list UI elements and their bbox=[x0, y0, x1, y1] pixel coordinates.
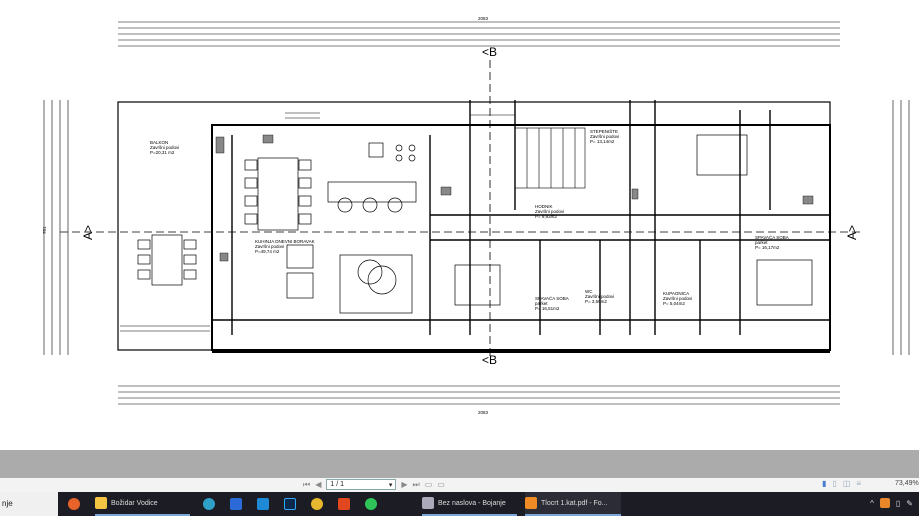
section-mark-b-bottom: <B bbox=[482, 353, 497, 367]
section-mark-a-right: A> bbox=[845, 225, 859, 240]
foxit-icon bbox=[525, 497, 537, 509]
two-page-view-icon[interactable]: ◫ bbox=[843, 479, 851, 488]
dim-side-total: 781 bbox=[42, 226, 47, 234]
taskbar-pdf[interactable]: Tlocrt 1.kat.pdf - Fo... bbox=[525, 492, 621, 516]
dim-bottom-total: 2083 bbox=[478, 410, 489, 415]
room-label-bathroom: KUPAONICAZavršni podoviP= 5,04m2 bbox=[663, 291, 692, 306]
furniture bbox=[137, 134, 813, 314]
svg-text:P= 5,04m2: P= 5,04m2 bbox=[663, 301, 685, 306]
continuous-view-icon[interactable]: ▯ bbox=[832, 479, 836, 488]
viewer-background bbox=[0, 450, 919, 478]
chevron-up-icon[interactable]: ^ bbox=[870, 499, 874, 508]
last-page-button[interactable]: ⏭ bbox=[413, 480, 420, 490]
svg-text:P=49,74 m2: P=49,74 m2 bbox=[255, 249, 280, 254]
folder-icon bbox=[95, 497, 107, 509]
paint-icon bbox=[422, 497, 434, 509]
room-label-hall: HODNIKZavršni podoviP= 9,93m2 bbox=[535, 204, 564, 219]
taskbar-folder[interactable]: Božidar Vodice bbox=[95, 492, 190, 516]
svg-text:P= 16,17m2: P= 16,17m2 bbox=[755, 245, 780, 250]
page-number-field[interactable]: 1 / 1 ▾ bbox=[326, 479, 397, 490]
svg-text:P= 16,51m2: P= 16,51m2 bbox=[535, 306, 560, 311]
svg-text:P= 3,59m2: P= 3,59m2 bbox=[585, 299, 607, 304]
taskbar-folder-label: Božidar Vodice bbox=[111, 499, 158, 507]
room-label-living: KUHINJA DNEVNI BORAVAKZavršni podoviP=49… bbox=[255, 239, 315, 254]
room-label-bedroom-1: SPAVAĆA SOBAparketP= 16,17m2 bbox=[755, 234, 789, 250]
dim-top-total: 2083 bbox=[478, 16, 489, 21]
pen-icon[interactable]: ✎ bbox=[906, 499, 913, 508]
prev-page-button[interactable]: ◀ bbox=[315, 480, 321, 489]
svg-text:P= 9,93m2: P= 9,93m2 bbox=[535, 214, 557, 219]
office-icon[interactable] bbox=[338, 498, 350, 510]
taskbar-pdf-label: Tlocrt 1.kat.pdf - Fo... bbox=[541, 499, 608, 507]
edge-icon[interactable] bbox=[203, 498, 215, 510]
section-mark-a-left: A> bbox=[81, 225, 95, 240]
room-label-bedroom-2: SPAVAĆA SOBAparketP= 16,51m2 bbox=[535, 295, 569, 311]
taskbar-paint-label: Bez naslova - Bojanje bbox=[438, 499, 506, 507]
room-label-balkon: BALKONZavršni podoviP=20,31 m2 bbox=[150, 140, 179, 155]
pdf-viewer-statusbar: ⏮ ◀ 1 / 1 ▾ ▶ ⏭ ▭ ▭ ▮ ▯ ◫ ≡ 73,49% bbox=[0, 478, 919, 492]
fit-page-icon[interactable]: ▭ bbox=[425, 480, 433, 489]
chrome-icon[interactable] bbox=[311, 498, 323, 510]
system-tray: ^ ▯ ✎ bbox=[870, 498, 913, 508]
outlook-icon[interactable] bbox=[257, 498, 269, 510]
side-dimension-lines bbox=[43, 100, 910, 355]
room-label-stairs: STEPENIŠTEZavršni podoviP= 13,14m2 bbox=[590, 128, 619, 144]
two-continuous-view-icon[interactable]: ≡ bbox=[856, 479, 861, 488]
taskbar-paint[interactable]: Bez naslova - Bojanje bbox=[422, 492, 517, 516]
tray-app-icon[interactable] bbox=[879, 498, 890, 508]
whatsapp-icon[interactable] bbox=[365, 498, 377, 510]
battery-icon[interactable]: ▯ bbox=[896, 499, 900, 508]
word-icon[interactable] bbox=[230, 498, 242, 510]
floor-plan-drawing: <B <B A> A> BALKONZavršni podoviP=20,31 … bbox=[42, 16, 910, 415]
top-dimension-lines bbox=[118, 21, 840, 47]
section-mark-b-top: <B bbox=[482, 45, 497, 59]
first-page-button[interactable]: ⏮ bbox=[303, 480, 310, 490]
chevron-down-icon: ▾ bbox=[388, 481, 393, 489]
bottom-dimension-lines bbox=[118, 385, 840, 405]
fit-width-icon[interactable]: ▭ bbox=[437, 480, 445, 489]
svg-text:P=20,31 m2: P=20,31 m2 bbox=[150, 150, 175, 155]
pdf-document-area: <B <B A> A> BALKON Završni podovi P=20,31 … bbox=[0, 0, 919, 450]
taskbar: nje Božidar Vodice Bez naslova - Bojanje… bbox=[0, 492, 919, 516]
firefox-icon[interactable] bbox=[68, 498, 80, 510]
page-number-value: 1 / 1 bbox=[330, 481, 344, 488]
single-page-view-icon[interactable]: ▮ bbox=[822, 479, 826, 488]
svg-text:P= 13,14m2: P= 13,14m2 bbox=[590, 139, 615, 144]
zoom-level[interactable]: 73,49% bbox=[895, 480, 919, 487]
photoshop-icon[interactable] bbox=[284, 498, 296, 510]
next-page-button[interactable]: ▶ bbox=[401, 480, 407, 489]
previous-window-fragment: nje bbox=[0, 492, 58, 516]
